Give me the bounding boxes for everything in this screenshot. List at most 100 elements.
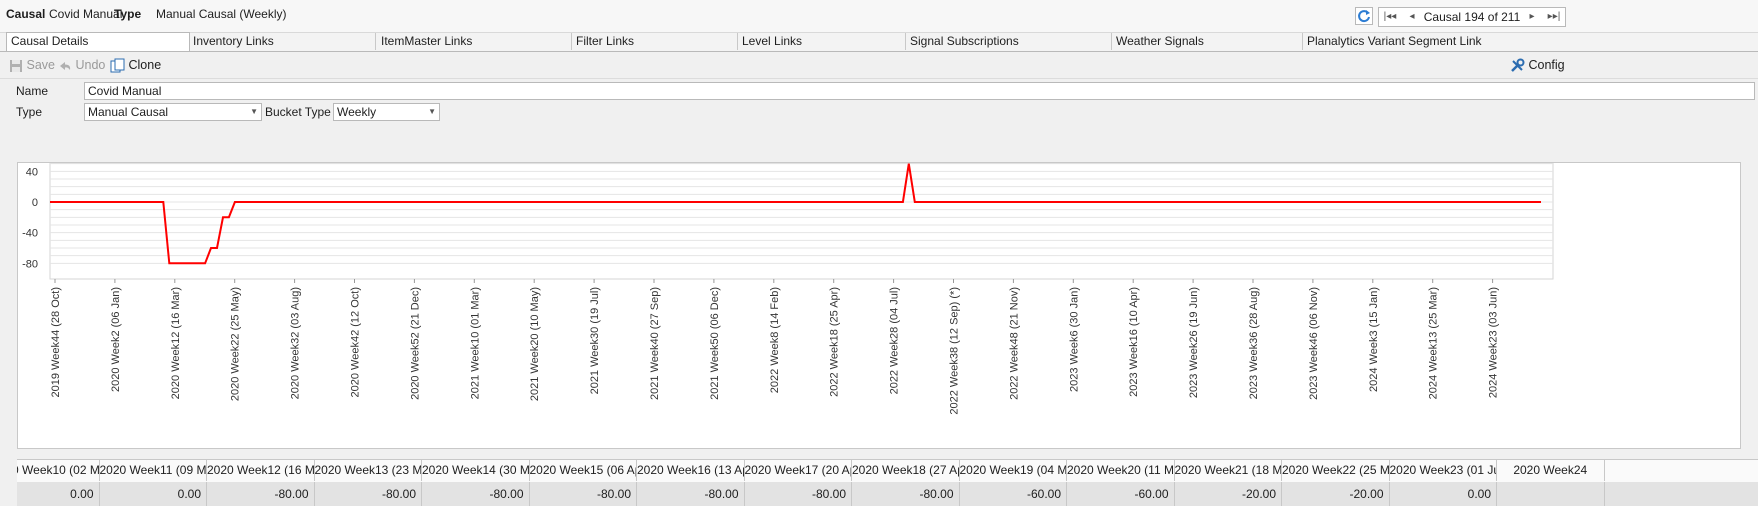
type-key: Type bbox=[114, 7, 142, 21]
name-field[interactable]: Covid Manual bbox=[84, 82, 1755, 100]
grid-column-header[interactable]: 2020 Week20 (11 May) bbox=[1067, 460, 1175, 481]
plot-area bbox=[49, 163, 1554, 280]
grid-value-cell[interactable]: -20.00 bbox=[1282, 482, 1390, 506]
last-icon: ▸▸| bbox=[1547, 11, 1561, 22]
grid-column-header[interactable]: 2020 Week10 (02 Mar) bbox=[17, 460, 100, 481]
grid-value-cell[interactable]: 0.00 bbox=[17, 482, 100, 506]
first-record-button[interactable]: |◂◂ bbox=[1379, 8, 1401, 26]
grid-column-header[interactable]: 2020 Week13 (23 Mar) bbox=[315, 460, 422, 481]
y-tick-label: 0 bbox=[32, 197, 38, 209]
grid-value-cell[interactable] bbox=[1497, 482, 1605, 506]
next-icon: ▸ bbox=[1529, 11, 1535, 22]
y-tick-label: -80 bbox=[22, 258, 38, 270]
grid-column-header[interactable]: 2020 Week16 (13 Apr) bbox=[637, 460, 745, 481]
type-label: Type bbox=[16, 105, 43, 119]
clone-icon bbox=[110, 58, 125, 73]
tab-label: Inventory Links bbox=[193, 34, 274, 48]
x-tick-label: 2020 Week22 (25 May) bbox=[230, 287, 242, 401]
causal-key: Causal bbox=[6, 7, 46, 21]
record-header: Causal Covid Manual Type Manual Causal (… bbox=[0, 0, 1758, 33]
x-tick-label: 2022 Week38 (12 Sep) (*) bbox=[949, 287, 961, 415]
x-tick-label: 2024 Week13 (25 Mar) bbox=[1428, 287, 1440, 399]
causal-line-chart: 40 0 -40 -80 2019 Week44 (28 Oct) 2020 Week2 … bbox=[22, 163, 1554, 415]
x-tick-label: 2019 Week44 (28 Oct) bbox=[50, 287, 62, 397]
grid-column-header[interactable]: 2020 Week23 (01 Jun) bbox=[1390, 460, 1497, 481]
x-tick-label: 2021 Week20 (10 May) bbox=[529, 287, 541, 401]
grid-value-cell[interactable]: -80.00 bbox=[315, 482, 422, 506]
grid-value-cell[interactable]: -80.00 bbox=[422, 482, 530, 506]
clone-button[interactable]: Clone bbox=[110, 52, 161, 78]
x-tick-label: 2020 Week52 (21 Dec) bbox=[409, 287, 421, 400]
tab-label: Level Links bbox=[742, 34, 803, 48]
grid-column-header[interactable]: 2020 Week21 (18 May) bbox=[1175, 460, 1282, 481]
type-select[interactable]: Manual Causal ▼ bbox=[84, 103, 262, 121]
bucket-type-select[interactable]: Weekly ▼ bbox=[333, 103, 440, 121]
bucket-type-label: Bucket Type bbox=[265, 105, 331, 119]
y-tick-label: -40 bbox=[22, 228, 38, 240]
config-button[interactable]: Config bbox=[1510, 52, 1565, 78]
prev-record-button[interactable]: ◂ bbox=[1401, 8, 1423, 26]
y-tick-label: 40 bbox=[26, 166, 38, 178]
tab-signal-subscriptions[interactable]: Signal Subscriptions bbox=[906, 33, 1112, 50]
grid-column-header[interactable]: 2020 Week24 bbox=[1497, 460, 1605, 481]
toolbar: Save Undo Clone Config bbox=[0, 52, 1758, 79]
grid-value-cell[interactable]: -80.00 bbox=[637, 482, 745, 506]
grid-value-cell[interactable]: -80.00 bbox=[530, 482, 637, 506]
x-tick-label: 2022 Week28 (04 Jul) bbox=[889, 287, 901, 394]
tab-filter-links[interactable]: Filter Links bbox=[572, 33, 738, 50]
grid-value-cell[interactable]: -60.00 bbox=[960, 482, 1067, 506]
x-tick-label: 2023 Week16 (10 Apr) bbox=[1128, 287, 1140, 397]
grid-value-row: 0.00 0.00 -80.00 -80.00 -80.00 -80.00 -80.00 -8… bbox=[17, 482, 1758, 506]
tab-label: Causal Details bbox=[11, 34, 89, 48]
grid-value-cell[interactable]: -80.00 bbox=[745, 482, 852, 506]
tab-weather-signals[interactable]: Weather Signals bbox=[1112, 33, 1303, 50]
tab-inventory-links[interactable]: Inventory Links bbox=[189, 33, 376, 50]
grid-column-header[interactable]: 2020 Week18 (27 Apr) bbox=[852, 460, 960, 481]
tab-itemmaster-links[interactable]: ItemMaster Links bbox=[377, 33, 572, 50]
refresh-button[interactable] bbox=[1355, 7, 1373, 25]
type-select-value: Manual Causal bbox=[88, 105, 169, 119]
grid-value-cell[interactable]: 0.00 bbox=[100, 482, 207, 506]
grid-column-header[interactable]: 2020 Week19 (04 May) bbox=[960, 460, 1067, 481]
tab-strip: Causal Details Inventory Links ItemMaste… bbox=[0, 32, 1758, 52]
clone-label: Clone bbox=[128, 58, 162, 72]
record-navigator: |◂◂ ◂ Causal 194 of 211 ▸ ▸▸| bbox=[1378, 7, 1566, 27]
tab-causal-details[interactable]: Causal Details bbox=[6, 32, 190, 51]
grid-column-header[interactable]: 2020 Week14 (30 Mar) bbox=[422, 460, 530, 481]
grid-header-row: 2020 Week10 (02 Mar)2020 Week11 (09 Mar)… bbox=[17, 459, 1758, 483]
undo-button[interactable]: Undo bbox=[58, 52, 105, 78]
bucket-type-value: Weekly bbox=[337, 105, 377, 119]
grid-value-cell[interactable]: 0.00 bbox=[1390, 482, 1497, 506]
x-tick-label: 2022 Week18 (25 Apr) bbox=[829, 287, 841, 397]
next-record-button[interactable]: ▸ bbox=[1521, 8, 1543, 26]
name-label: Name bbox=[16, 84, 49, 98]
grid-column-header[interactable]: 2020 Week12 (16 Mar) bbox=[207, 460, 315, 481]
x-tick-label: 2024 Week23 (03 Jun) bbox=[1488, 287, 1500, 398]
grid-column-header[interactable]: 2020 Week11 (09 Mar) bbox=[100, 460, 207, 481]
grid-column-header[interactable]: 2020 Week15 (06 Apr) bbox=[530, 460, 637, 481]
tab-label: Planalytics Variant Segment Link bbox=[1307, 34, 1482, 48]
last-record-button[interactable]: ▸▸| bbox=[1543, 8, 1565, 26]
record-position: Causal 194 of 211 bbox=[1423, 10, 1521, 24]
first-icon: |◂◂ bbox=[1383, 11, 1397, 22]
grid-value-cell[interactable]: -80.00 bbox=[207, 482, 315, 506]
tab-planalytics-variant-segment-link[interactable]: Planalytics Variant Segment Link bbox=[1303, 33, 1758, 50]
config-label: Config bbox=[1528, 58, 1565, 72]
type-value: Manual Causal (Weekly) bbox=[156, 7, 287, 21]
grid-column-header[interactable]: 2020 Week17 (20 Apr) bbox=[745, 460, 852, 481]
grid-value-cell[interactable]: -20.00 bbox=[1175, 482, 1282, 506]
save-button[interactable]: Save bbox=[9, 52, 55, 78]
tab-label: Weather Signals bbox=[1116, 34, 1204, 48]
x-tick-label: 2020 Week42 (12 Oct) bbox=[350, 287, 362, 397]
grid-value-cell[interactable]: -80.00 bbox=[852, 482, 960, 506]
tab-label: Signal Subscriptions bbox=[910, 34, 1019, 48]
name-value: Covid Manual bbox=[88, 84, 162, 98]
grid-column-header[interactable]: 2020 Week22 (25 May) bbox=[1282, 460, 1390, 481]
x-tick-label: 2021 Week50 (06 Dec) bbox=[709, 287, 721, 400]
undo-label: Undo bbox=[75, 58, 106, 72]
x-tick-label: 2021 Week10 (01 Mar) bbox=[469, 287, 481, 399]
x-tick-label: 2020 Week12 (16 Mar) bbox=[170, 287, 182, 399]
grid-value-cell[interactable]: -60.00 bbox=[1067, 482, 1175, 506]
save-icon bbox=[10, 59, 22, 72]
tab-level-links[interactable]: Level Links bbox=[738, 33, 906, 50]
